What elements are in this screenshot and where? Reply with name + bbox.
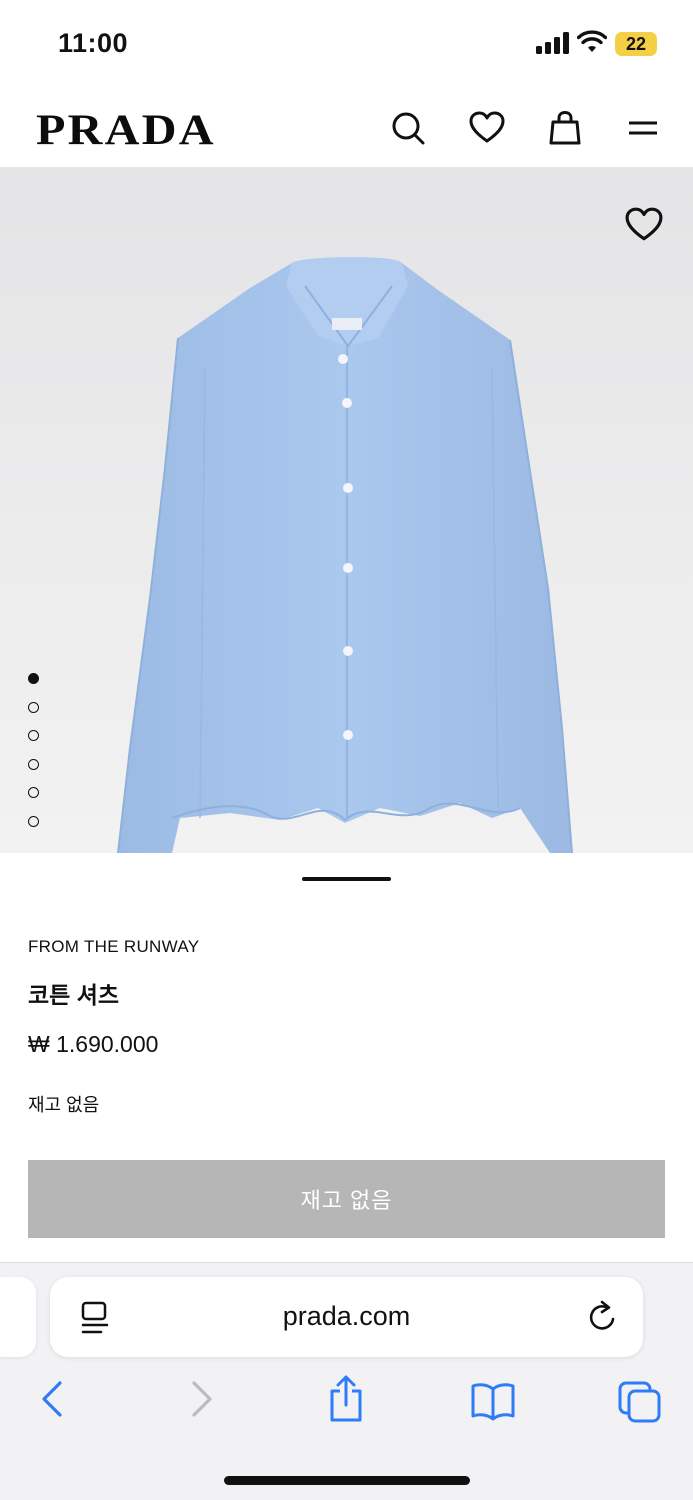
share-icon[interactable] xyxy=(327,1375,365,1423)
product-name: 코튼 셔츠 xyxy=(28,982,120,1008)
home-indicator xyxy=(224,1476,470,1485)
wifi-icon xyxy=(577,30,607,52)
product-price: ₩ 1.690.000 xyxy=(28,1031,159,1057)
gallery-dot[interactable] xyxy=(28,815,39,827)
forward-icon[interactable] xyxy=(188,1379,216,1419)
gallery-dot[interactable] xyxy=(28,787,39,798)
out-of-stock-button[interactable]: 재고 없음 xyxy=(28,1160,665,1238)
browser-toolbar: prada.com xyxy=(0,1262,693,1500)
battery-indicator: 22 xyxy=(615,32,657,56)
bookmarks-icon[interactable] xyxy=(470,1381,516,1421)
wishlist-heart-icon[interactable] xyxy=(625,206,663,244)
stock-status: 재고 없음 xyxy=(28,1095,100,1115)
product-image-gallery[interactable] xyxy=(0,168,693,853)
gallery-dot[interactable] xyxy=(28,730,39,741)
address-bar[interactable]: prada.com xyxy=(50,1277,643,1357)
heart-icon[interactable] xyxy=(469,110,505,146)
gallery-pagination xyxy=(28,673,39,844)
gallery-dot[interactable] xyxy=(28,673,39,684)
tabs-icon[interactable] xyxy=(618,1381,662,1423)
shopping-bag-icon[interactable] xyxy=(547,110,583,146)
url-text[interactable]: prada.com xyxy=(50,1301,643,1332)
status-time: 11:00 xyxy=(58,28,129,58)
cellular-signal-icon xyxy=(536,32,569,54)
product-image-shirt xyxy=(117,256,573,853)
sheet-drag-handle[interactable] xyxy=(302,877,391,881)
reload-icon[interactable] xyxy=(587,1299,619,1335)
product-category: FROM THE RUNWAY xyxy=(28,937,200,956)
site-header: PRADA xyxy=(0,88,693,168)
back-icon[interactable] xyxy=(38,1379,66,1419)
gallery-dot[interactable] xyxy=(28,701,39,713)
previous-tab-preview[interactable] xyxy=(0,1277,36,1357)
status-bar: 11:00 22 xyxy=(0,0,693,88)
search-icon[interactable] xyxy=(390,110,426,146)
prada-logo[interactable]: PRADA xyxy=(36,106,216,155)
menu-icon[interactable] xyxy=(625,110,661,146)
gallery-dot[interactable] xyxy=(28,758,39,770)
